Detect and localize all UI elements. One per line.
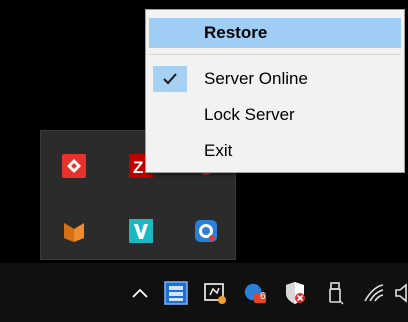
menu-item-exit[interactable]: Exit: [149, 136, 401, 166]
security-shield-icon[interactable]: [283, 281, 307, 305]
menu-item-server-online[interactable]: Server Online: [149, 64, 401, 94]
usb-drive-icon[interactable]: [324, 281, 348, 305]
tray-context-menu: Restore Server Online Lock Server Exit: [145, 9, 405, 173]
speaker-icon[interactable]: [394, 281, 408, 305]
menu-item-server-online-label: Server Online: [204, 69, 308, 88]
network-server-icon[interactable]: [164, 281, 188, 305]
notification-badge: 6: [260, 291, 266, 302]
menu-item-restore-label: Restore: [204, 23, 268, 42]
show-hidden-icons-chevron-icon[interactable]: [128, 281, 152, 305]
svg-text:Z: Z: [133, 158, 143, 177]
v-app-icon[interactable]: [128, 218, 154, 244]
anydesk-icon[interactable]: [61, 153, 87, 179]
q-app-icon[interactable]: [193, 218, 219, 244]
remote-app-icon[interactable]: [203, 281, 227, 305]
fox-app-icon[interactable]: [61, 218, 87, 244]
taskbar: 6: [0, 263, 408, 322]
menu-item-lock-server[interactable]: Lock Server: [149, 100, 401, 130]
wifi-icon[interactable]: [362, 281, 386, 305]
menu-separator: [149, 54, 401, 55]
checkmark-icon: [153, 66, 187, 92]
notification-app-icon[interactable]: 6: [243, 281, 267, 305]
menu-item-restore[interactable]: Restore: [149, 18, 401, 48]
menu-item-exit-label: Exit: [204, 141, 233, 160]
menu-item-lock-server-label: Lock Server: [204, 105, 295, 124]
